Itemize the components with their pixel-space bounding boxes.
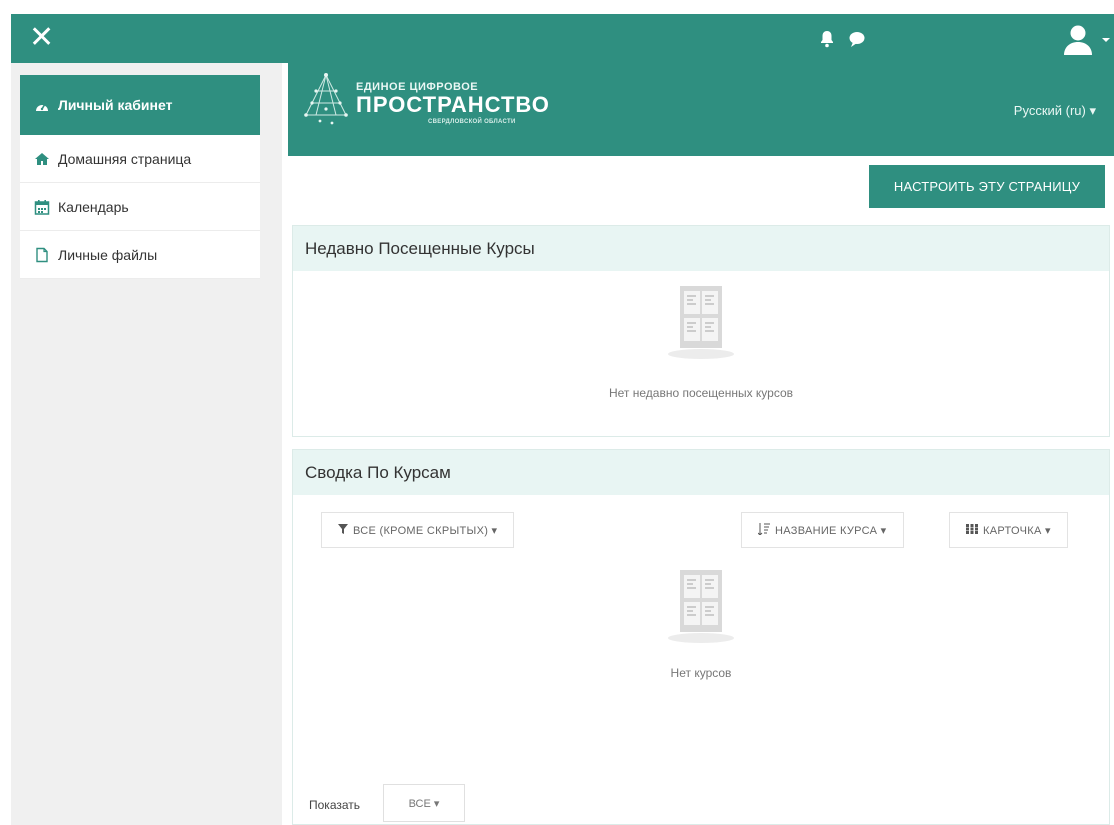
sort-label: НАЗВАНИЕ КУРСА ▾ — [775, 524, 887, 537]
chat-icon[interactable] — [848, 30, 866, 48]
main-content: ЕДИНОЕ ЦИФРОВОЕ ПРОСТРАНСТВО СВЕРДЛОВСКО… — [282, 63, 1114, 825]
filter-icon — [338, 523, 348, 537]
home-icon — [34, 151, 50, 167]
course-overview-block: Сводка По Курсам ВСЕ (КРОМЕ СКРЫТЫХ) ▾ Н… — [292, 449, 1110, 825]
sort-dropdown[interactable]: НАЗВАНИЕ КУРСА ▾ — [741, 512, 904, 548]
empty-courses-icon — [666, 566, 736, 644]
bell-icon[interactable] — [819, 30, 835, 48]
paging-label: Показать — [309, 798, 361, 812]
filter-label: ВСЕ (КРОМЕ СКРЫТЫХ) ▾ — [353, 524, 498, 537]
empty-courses-icon — [666, 282, 736, 360]
block-title: Сводка По Курсам — [293, 450, 1109, 495]
file-icon — [34, 247, 50, 263]
sidebar-item-label: Личный кабинет — [58, 97, 173, 113]
calendar-icon — [34, 199, 50, 215]
site-logo[interactable]: ЕДИНОЕ ЦИФРОВОЕ ПРОСТРАНСТВО СВЕРДЛОВСКО… — [298, 69, 558, 149]
paging-dropdown[interactable]: ВСЕ ▾ — [383, 784, 465, 822]
sort-icon — [757, 522, 770, 538]
sidebar-item-dashboard[interactable]: Личный кабинет — [20, 75, 260, 135]
empty-message: Нет курсов — [670, 666, 732, 680]
sidebar-item-home[interactable]: Домашняя страница — [20, 135, 260, 183]
sidebar-item-label: Личные файлы — [58, 246, 158, 263]
logo-line-3: СВЕРДЛОВСКОЙ ОБЛАСТИ — [428, 119, 516, 125]
logo-line-2: ПРОСТРАНСТВО — [356, 92, 550, 117]
recent-courses-block: Недавно Посещенные Курсы Нет недавно пос… — [292, 225, 1110, 437]
user-icon[interactable] — [1061, 22, 1095, 56]
grid-icon — [966, 523, 978, 537]
language-menu[interactable]: Русский (ru) ▾ — [1014, 103, 1096, 119]
view-label: КАРТОЧКА ▾ — [983, 524, 1051, 537]
sidebar-item-label: Календарь — [58, 198, 129, 215]
sidebar-nav: Личный кабинет Домашняя страница Календа… — [20, 75, 260, 279]
sidebar-item-label: Домашняя страница — [58, 150, 192, 167]
view-dropdown[interactable]: КАРТОЧКА ▾ — [949, 512, 1068, 548]
chevron-down-icon[interactable] — [1101, 32, 1111, 42]
grouping-filter-dropdown[interactable]: ВСЕ (КРОМЕ СКРЫТЫХ) ▾ — [321, 512, 515, 548]
customize-page-button[interactable]: НАСТРОИТЬ ЭТУ СТРАНИЦУ — [869, 165, 1105, 208]
close-icon[interactable]: ✕ — [29, 23, 57, 53]
top-navbar: ✕ — [11, 14, 1114, 63]
dashboard-icon — [34, 97, 50, 113]
page-header-banner: ЕДИНОЕ ЦИФРОВОЕ ПРОСТРАНСТВО СВЕРДЛОВСКО… — [288, 63, 1114, 156]
sidebar-item-private-files[interactable]: Личные файлы — [20, 231, 260, 279]
sidebar-item-calendar[interactable]: Календарь — [20, 183, 260, 231]
block-title: Недавно Посещенные Курсы — [293, 226, 1109, 271]
empty-message: Нет недавно посещенных курсов — [608, 386, 794, 400]
